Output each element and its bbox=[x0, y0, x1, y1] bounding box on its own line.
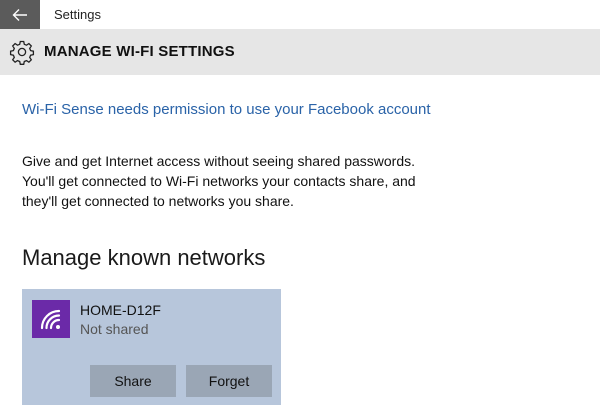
page-header: MANAGE WI-FI SETTINGS bbox=[0, 29, 600, 75]
share-button[interactable]: Share bbox=[90, 365, 176, 397]
wifi-icon bbox=[32, 300, 70, 338]
page-title: MANAGE WI-FI SETTINGS bbox=[44, 43, 235, 60]
known-networks-heading: Manage known networks bbox=[22, 245, 266, 270]
back-arrow-icon bbox=[12, 8, 27, 21]
app-title: Settings bbox=[54, 7, 101, 22]
forget-button[interactable]: Forget bbox=[186, 365, 272, 397]
wifi-sense-description: Give and get Internet access without see… bbox=[22, 151, 582, 211]
network-status: Not shared bbox=[80, 321, 149, 337]
title-bar: Settings bbox=[0, 0, 600, 29]
description-line: they'll get connected to networks you sh… bbox=[22, 193, 294, 209]
network-item[interactable]: HOME-D12F Not shared Share Forget bbox=[22, 289, 281, 405]
gear-icon bbox=[9, 40, 35, 65]
facebook-permission-link[interactable]: Wi-Fi Sense needs permission to use your… bbox=[22, 101, 431, 118]
description-line: Give and get Internet access without see… bbox=[22, 153, 415, 169]
network-name: HOME-D12F bbox=[80, 302, 161, 318]
back-button[interactable] bbox=[0, 0, 40, 29]
description-line: You'll get connected to Wi-Fi networks y… bbox=[22, 173, 416, 189]
